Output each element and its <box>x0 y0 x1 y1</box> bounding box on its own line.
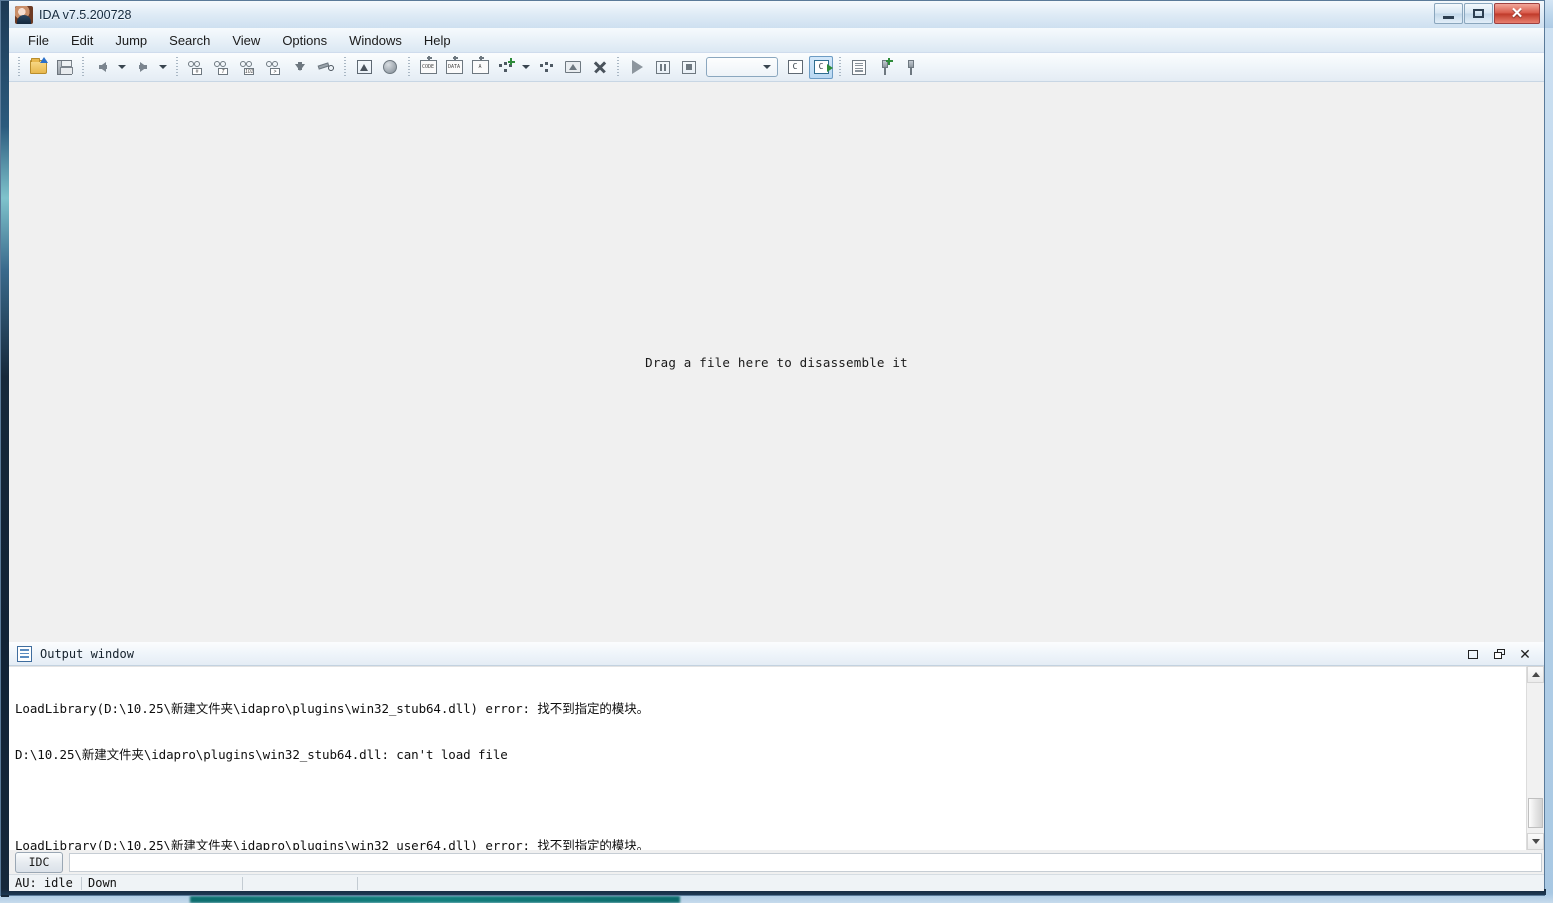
output-line: LoadLibrary(D:\10.25\新建文件夹\idapro\plugin… <box>15 701 1522 716</box>
navigate-back-icon[interactable] <box>90 56 114 79</box>
output-window: Output window ✕ LoadLibrary(D:\10.25\新建文… <box>9 642 1544 850</box>
search-next-icon[interactable]: > <box>262 56 286 79</box>
desktop-taskbar-highlight <box>190 896 680 903</box>
window-titlebar[interactable]: IDA v7.5.200728 ✕ <box>9 1 1544 28</box>
output-window-title: Output window <box>40 647 134 661</box>
drop-file-hint: Drag a file here to disassemble it <box>645 355 908 370</box>
jump-down-icon[interactable] <box>288 56 312 79</box>
menu-windows[interactable]: Windows <box>338 30 413 51</box>
debugger-stop-icon[interactable] <box>677 56 701 79</box>
maximize-icon <box>1468 650 1478 659</box>
output-close-button[interactable]: ✕ <box>1512 643 1538 665</box>
output-line: D:\10.25\新建文件夹\idapro\plugins\win32_stub… <box>15 747 1522 762</box>
menu-file[interactable]: File <box>17 30 60 51</box>
window-left-frame <box>1 1 9 897</box>
close-icon: ✕ <box>1511 6 1524 21</box>
toolbar-separator <box>408 57 410 77</box>
menu-jump[interactable]: Jump <box>104 30 158 51</box>
menu-view[interactable]: View <box>221 30 271 51</box>
make-ascii-icon[interactable]: A <box>468 56 492 79</box>
maximize-button[interactable] <box>1464 3 1493 24</box>
maximize-icon <box>1473 9 1484 18</box>
status-cell-3 <box>243 875 357 892</box>
rename-icon[interactable] <box>561 56 585 79</box>
toolbar-separator <box>344 57 346 77</box>
search-text-icon[interactable]: T <box>210 56 234 79</box>
search-immediate-icon[interactable]: 101 <box>236 56 260 79</box>
save-icon[interactable] <box>52 56 76 79</box>
output-restore-button[interactable] <box>1486 643 1512 665</box>
toolbar-separator <box>18 57 20 77</box>
idc-command-input[interactable] <box>69 853 1542 872</box>
toolbar-separator <box>176 57 178 77</box>
main-toolbar: # T 101 > CODE DATA A <box>9 53 1544 82</box>
debugger-pause-icon[interactable] <box>651 56 675 79</box>
navigate-back-dropdown-icon[interactable] <box>115 56 128 79</box>
menubar: File Edit Jump Search View Options Windo… <box>9 28 1544 53</box>
minimize-icon <box>1443 16 1454 19</box>
window-controls: ✕ <box>1433 3 1540 24</box>
run-script-icon[interactable]: C <box>783 56 807 79</box>
menu-search[interactable]: Search <box>158 30 221 51</box>
minimize-button[interactable] <box>1434 3 1463 24</box>
scrollbar-thumb[interactable] <box>1528 798 1543 828</box>
toolbar-separator <box>839 57 841 77</box>
debugger-select[interactable] <box>706 57 778 77</box>
navigate-forward-icon[interactable] <box>131 56 155 79</box>
menu-options[interactable]: Options <box>271 30 338 51</box>
make-array-icon[interactable] <box>535 56 559 79</box>
chevron-down-icon <box>763 65 771 69</box>
toolbar-separator <box>617 57 619 77</box>
scroll-down-button[interactable] <box>1527 833 1544 850</box>
open-file-icon[interactable] <box>26 56 50 79</box>
status-cell-4 <box>358 875 1544 892</box>
status-direction: Down <box>82 875 242 892</box>
output-line-blank <box>15 793 1522 808</box>
make-data-icon[interactable]: DATA <box>442 56 466 79</box>
output-window-titlebar[interactable]: Output window ✕ <box>9 642 1544 666</box>
warning-triangle-icon[interactable] <box>352 56 376 79</box>
toolbar-separator <box>82 57 84 77</box>
disassembly-drop-area[interactable]: Drag a file here to disassemble it <box>9 82 1544 642</box>
statusbar: AU: idle Down <box>9 874 1544 891</box>
close-icon: ✕ <box>1519 647 1531 661</box>
idc-language-button[interactable]: IDC <box>15 852 63 873</box>
sphere-icon[interactable] <box>378 56 402 79</box>
window-title: IDA v7.5.200728 <box>39 8 131 22</box>
ida-logo-icon <box>15 6 33 24</box>
search-hex-icon[interactable]: # <box>184 56 208 79</box>
menu-edit[interactable]: Edit <box>60 30 104 51</box>
scroll-down-icon <box>1532 839 1540 844</box>
command-line-bar: IDC <box>9 850 1544 874</box>
output-document-icon <box>17 646 32 662</box>
undefine-icon[interactable] <box>587 56 611 79</box>
execute-script-icon[interactable]: C <box>809 56 833 79</box>
scroll-up-button[interactable] <box>1527 666 1544 683</box>
add-breakpoint-icon[interactable] <box>873 56 897 79</box>
make-struct-dropdown-icon[interactable] <box>519 56 532 79</box>
navigate-forward-dropdown-icon[interactable] <box>156 56 169 79</box>
output-window-controls: ✕ <box>1460 642 1538 666</box>
status-autoanalysis: AU: idle <box>9 875 81 892</box>
output-scrollbar[interactable] <box>1526 666 1544 850</box>
restore-icon <box>1494 649 1505 659</box>
output-log-body[interactable]: LoadLibrary(D:\10.25\新建文件夹\idapro\plugin… <box>9 666 1544 850</box>
close-button[interactable]: ✕ <box>1494 3 1540 24</box>
list-windows-icon[interactable] <box>847 56 871 79</box>
output-line: LoadLibrary(D:\10.25\新建文件夹\idapro\plugin… <box>15 838 1522 850</box>
make-struct-icon[interactable] <box>494 56 518 79</box>
debugger-run-icon[interactable] <box>625 56 649 79</box>
make-code-icon[interactable]: CODE <box>416 56 440 79</box>
menu-help[interactable]: Help <box>413 30 462 51</box>
scroll-up-icon <box>1532 672 1540 677</box>
search-secure-icon[interactable] <box>314 56 338 79</box>
output-log-text: LoadLibrary(D:\10.25\新建文件夹\idapro\plugin… <box>15 671 1522 850</box>
output-maximize-button[interactable] <box>1460 643 1486 665</box>
ida-main-window: IDA v7.5.200728 ✕ File Edit Jump Search … <box>0 0 1545 896</box>
delete-breakpoint-icon[interactable] <box>899 56 923 79</box>
